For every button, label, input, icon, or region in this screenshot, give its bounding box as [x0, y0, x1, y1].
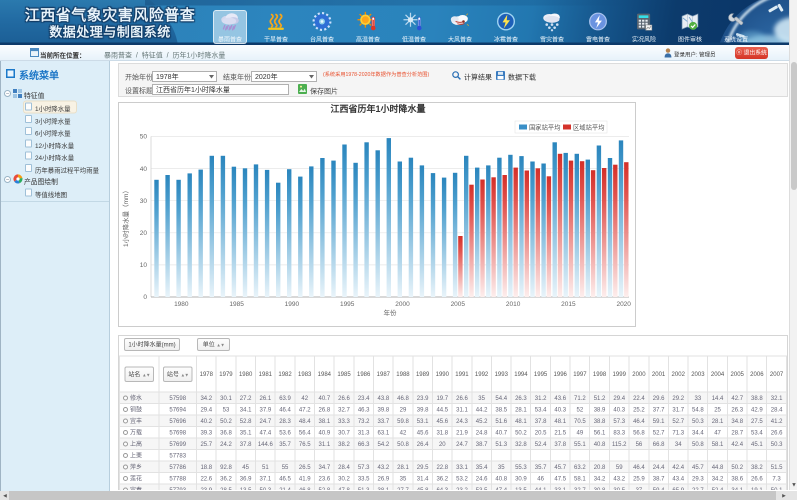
svg-text:2005: 2005 [451, 301, 466, 308]
svg-text:1995: 1995 [340, 301, 355, 308]
svg-text:1小时降水量（mm）: 1小时降水量（mm） [121, 187, 130, 247]
svg-text:1980: 1980 [174, 301, 189, 308]
svg-text:1985: 1985 [229, 301, 244, 308]
svg-text:国家站平均: 国家站平均 [529, 123, 560, 132]
svg-text:40: 40 [140, 166, 148, 173]
svg-text:1990: 1990 [285, 301, 300, 308]
svg-text:2010: 2010 [506, 301, 521, 308]
svg-text:2000: 2000 [395, 301, 410, 308]
svg-text:10: 10 [140, 262, 148, 269]
svg-text:30: 30 [140, 198, 148, 205]
svg-text:2015: 2015 [561, 301, 576, 308]
svg-text:50: 50 [140, 134, 148, 141]
svg-text:0: 0 [143, 294, 147, 301]
svg-text:区域站平均: 区域站平均 [573, 123, 604, 132]
svg-text:20: 20 [140, 230, 148, 237]
svg-text:年份: 年份 [384, 308, 398, 317]
svg-text:2020: 2020 [616, 301, 631, 308]
svg-text:江西省历年1小时降水量: 江西省历年1小时降水量 [330, 103, 425, 114]
